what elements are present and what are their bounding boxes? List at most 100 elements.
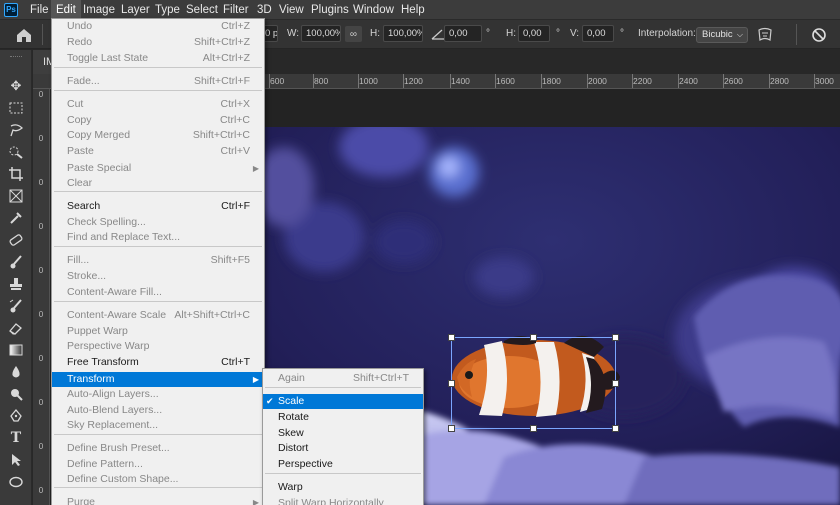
eraser-tool-icon[interactable] — [6, 318, 26, 338]
submenu-item-distort[interactable]: Distort — [263, 441, 423, 456]
menu-item-define-pattern[interactable]: Define Pattern... — [52, 457, 264, 472]
crop-tool-icon[interactable] — [6, 164, 26, 184]
menu-item-copy[interactable]: Copy Ctrl+C — [52, 113, 264, 128]
transform-handle-top-right[interactable] — [612, 334, 619, 341]
healing-brush-tool-icon[interactable] — [6, 230, 26, 250]
menu-type[interactable]: Type — [150, 0, 185, 20]
menu-image[interactable]: Image — [78, 0, 120, 20]
submenu-item-skew[interactable]: Skew — [263, 426, 423, 441]
width-field[interactable]: 100,00% — [301, 25, 341, 42]
cancel-transform-icon[interactable] — [810, 26, 828, 44]
menu-item-fade[interactable]: Fade... Shift+Ctrl+F — [52, 74, 264, 89]
transform-handle-right[interactable] — [612, 380, 619, 387]
menu-item-perspective-warp[interactable]: Perspective Warp — [52, 339, 264, 354]
menu-item-transform[interactable]: Transform ▶ — [52, 372, 264, 387]
horizontal-skew-field[interactable]: 0,00 — [518, 25, 550, 42]
menu-filter[interactable]: Filter — [218, 0, 254, 20]
menu-item-sky-replacement[interactable]: Sky Replacement... — [52, 418, 264, 433]
eyedropper-tool-icon[interactable] — [6, 208, 26, 228]
transform-handle-top-left[interactable] — [448, 334, 455, 341]
submenu-item-label: Scale — [278, 395, 305, 407]
vertical-skew-field[interactable]: 0,00 — [582, 25, 614, 42]
transform-submenu: Again Shift+Ctrl+T ✔ Scale Rotate Skew Distort… — [262, 368, 424, 505]
height-field[interactable]: 100,00% — [383, 25, 423, 42]
transform-handle-bottom[interactable] — [530, 425, 537, 432]
menu-item-label: Toggle Last State — [67, 52, 149, 64]
path-selection-tool-icon[interactable] — [6, 450, 26, 470]
transform-bounding-box[interactable] — [448, 334, 619, 432]
submenu-item-warp[interactable]: Warp — [263, 480, 423, 495]
home-icon[interactable] — [14, 26, 34, 44]
transform-handle-bottom-right[interactable] — [612, 425, 619, 432]
menu-item-auto-align-layers[interactable]: Auto-Align Layers... — [52, 387, 264, 402]
menu-window[interactable]: Window — [348, 0, 399, 20]
submenu-item-perspective[interactable]: Perspective — [263, 457, 423, 472]
menu-help[interactable]: Help — [396, 0, 430, 20]
blur-tool-icon[interactable] — [6, 362, 26, 382]
menu-separator — [54, 90, 262, 91]
ruler-label: 3000 — [815, 76, 834, 86]
submenu-item-split-warp-horizontally[interactable]: Split Warp Horizontally — [263, 496, 423, 505]
menu-item-redo[interactable]: Redo Shift+Ctrl+Z — [52, 35, 264, 50]
marquee-tool-icon[interactable] — [6, 98, 26, 118]
shape-tool-icon[interactable] — [6, 472, 26, 492]
menu-item-paste[interactable]: Paste Ctrl+V — [52, 144, 264, 159]
ruler-label: 0 — [38, 90, 44, 99]
submenu-arrow-icon: ▶ — [252, 164, 259, 173]
menu-item-clear[interactable]: Clear — [52, 176, 264, 191]
menu-item-stroke[interactable]: Stroke... — [52, 269, 264, 284]
gradient-tool-icon[interactable] — [6, 340, 26, 360]
submenu-item-scale[interactable]: ✔ Scale — [263, 394, 423, 409]
menu-file[interactable]: File — [25, 0, 54, 20]
menu-item-purge[interactable]: Purge ▶ — [52, 495, 264, 505]
lasso-tool-icon[interactable] — [6, 120, 26, 140]
menu-select[interactable]: Select — [181, 0, 223, 20]
type-tool-icon[interactable]: T — [6, 428, 26, 448]
interpolation-select[interactable]: Bicubic ⌵ — [696, 27, 748, 43]
menu-item-check-spelling[interactable]: Check Spelling... — [52, 215, 264, 230]
menu-item-define-custom-shape[interactable]: Define Custom Shape... — [52, 472, 264, 487]
menu-item-find-and-replace-text[interactable]: Find and Replace Text... — [52, 230, 264, 245]
menu-edit[interactable]: Edit — [51, 0, 81, 20]
menu-item-label: Free Transform — [67, 356, 139, 368]
transform-handle-bottom-left[interactable] — [448, 425, 455, 432]
menu-item-cut[interactable]: Cut Ctrl+X — [52, 97, 264, 112]
menu-item-search[interactable]: Search Ctrl+F — [52, 199, 264, 214]
menu-item-content-aware-scale[interactable]: Content-Aware Scale Alt+Shift+Ctrl+C — [52, 308, 264, 323]
panel-grip[interactable] — [10, 56, 22, 58]
link-icon[interactable]: ∞ — [345, 26, 362, 42]
submenu-item-again[interactable]: Again Shift+Ctrl+T — [263, 371, 423, 386]
history-brush-tool-icon[interactable] — [6, 296, 26, 316]
menu-item-auto-blend-layers[interactable]: Auto-Blend Layers... — [52, 403, 264, 418]
menu-item-paste-special[interactable]: Paste Special ▶ — [52, 161, 264, 176]
submenu-item-rotate[interactable]: Rotate — [263, 410, 423, 425]
ruler-label: 1800 — [542, 76, 561, 86]
menu-item-shortcut: Ctrl+T — [221, 356, 250, 368]
menu-3d[interactable]: 3D — [252, 0, 277, 20]
pen-tool-icon[interactable] — [6, 406, 26, 426]
warp-mode-icon[interactable] — [756, 26, 774, 44]
menu-plugins[interactable]: Plugins — [306, 0, 354, 20]
dodge-tool-icon[interactable] — [6, 384, 26, 404]
menu-item-label: Auto-Blend Layers... — [67, 404, 163, 416]
brush-tool-icon[interactable] — [6, 252, 26, 272]
menu-item-free-transform[interactable]: Free Transform Ctrl+T — [52, 355, 264, 370]
menu-item-copy-merged[interactable]: Copy Merged Shift+Ctrl+C — [52, 128, 264, 143]
quick-selection-tool-icon[interactable] — [6, 142, 26, 162]
menu-layer[interactable]: Layer — [116, 0, 155, 20]
menu-item-undo[interactable]: Undo Ctrl+Z — [52, 19, 264, 34]
move-tool-icon[interactable]: ✥ — [6, 76, 26, 96]
menu-item-content-aware-fill[interactable]: Content-Aware Fill... — [52, 285, 264, 300]
menu-view[interactable]: View — [274, 0, 309, 20]
menu-item-shortcut: Ctrl+X — [220, 98, 250, 110]
menu-item-puppet-warp[interactable]: Puppet Warp — [52, 324, 264, 339]
frame-tool-icon[interactable] — [6, 186, 26, 206]
transform-handle-top[interactable] — [530, 334, 537, 341]
menu-item-label: Clear — [67, 177, 93, 189]
menu-item-fill[interactable]: Fill... Shift+F5 — [52, 253, 264, 268]
transform-handle-left[interactable] — [448, 380, 455, 387]
clone-stamp-tool-icon[interactable] — [6, 274, 26, 294]
angle-field[interactable]: 0,00 — [444, 25, 482, 42]
menu-item-toggle-last-state[interactable]: Toggle Last State Alt+Ctrl+Z — [52, 51, 264, 66]
menu-item-define-brush-preset[interactable]: Define Brush Preset... — [52, 441, 264, 456]
